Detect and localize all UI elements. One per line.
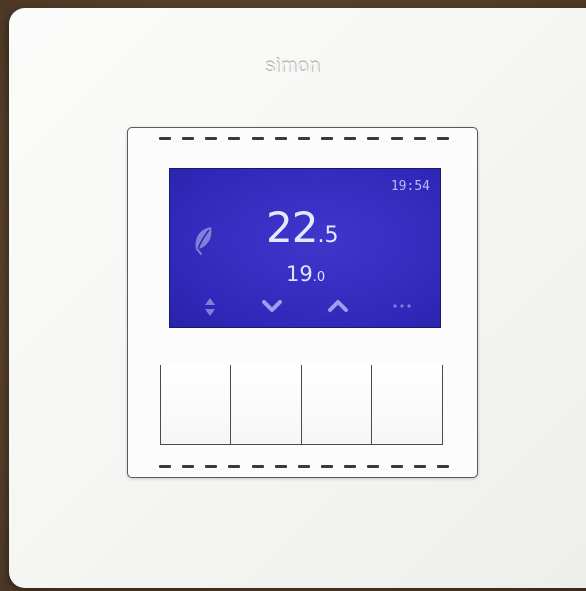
brand-logo: simon — [265, 56, 321, 77]
leaf-icon — [195, 227, 212, 255]
current-temperature-decimal: .5 — [317, 223, 339, 248]
up-down-arrows-icon — [205, 298, 215, 316]
setpoint-temperature-whole: 19 — [286, 262, 313, 286]
current-temperature-whole: 22 — [266, 203, 318, 252]
chevron-up-icon — [328, 300, 348, 312]
soft-key-row — [160, 365, 443, 445]
chevron-down-icon — [262, 300, 282, 312]
bottom-vent-slots — [159, 465, 449, 468]
top-vent-slots — [159, 137, 449, 140]
ellipsis-icon — [393, 304, 411, 308]
decrease-key[interactable] — [230, 365, 303, 445]
mode-key[interactable] — [160, 365, 232, 445]
thermostat-module: 19:54 22.5 19.0 — [127, 127, 478, 478]
increase-key[interactable] — [300, 365, 373, 445]
current-temperature: 22.5 — [266, 207, 338, 257]
setpoint-temperature: 19.0 — [286, 263, 325, 289]
clock-readout: 19:54 — [390, 179, 430, 194]
lcd-display: 19:54 22.5 19.0 — [169, 168, 441, 328]
menu-key[interactable] — [371, 365, 443, 445]
wall-background: simon 19:54 22.5 19.0 — [0, 0, 586, 591]
setpoint-temperature-decimal: .0 — [312, 270, 326, 285]
